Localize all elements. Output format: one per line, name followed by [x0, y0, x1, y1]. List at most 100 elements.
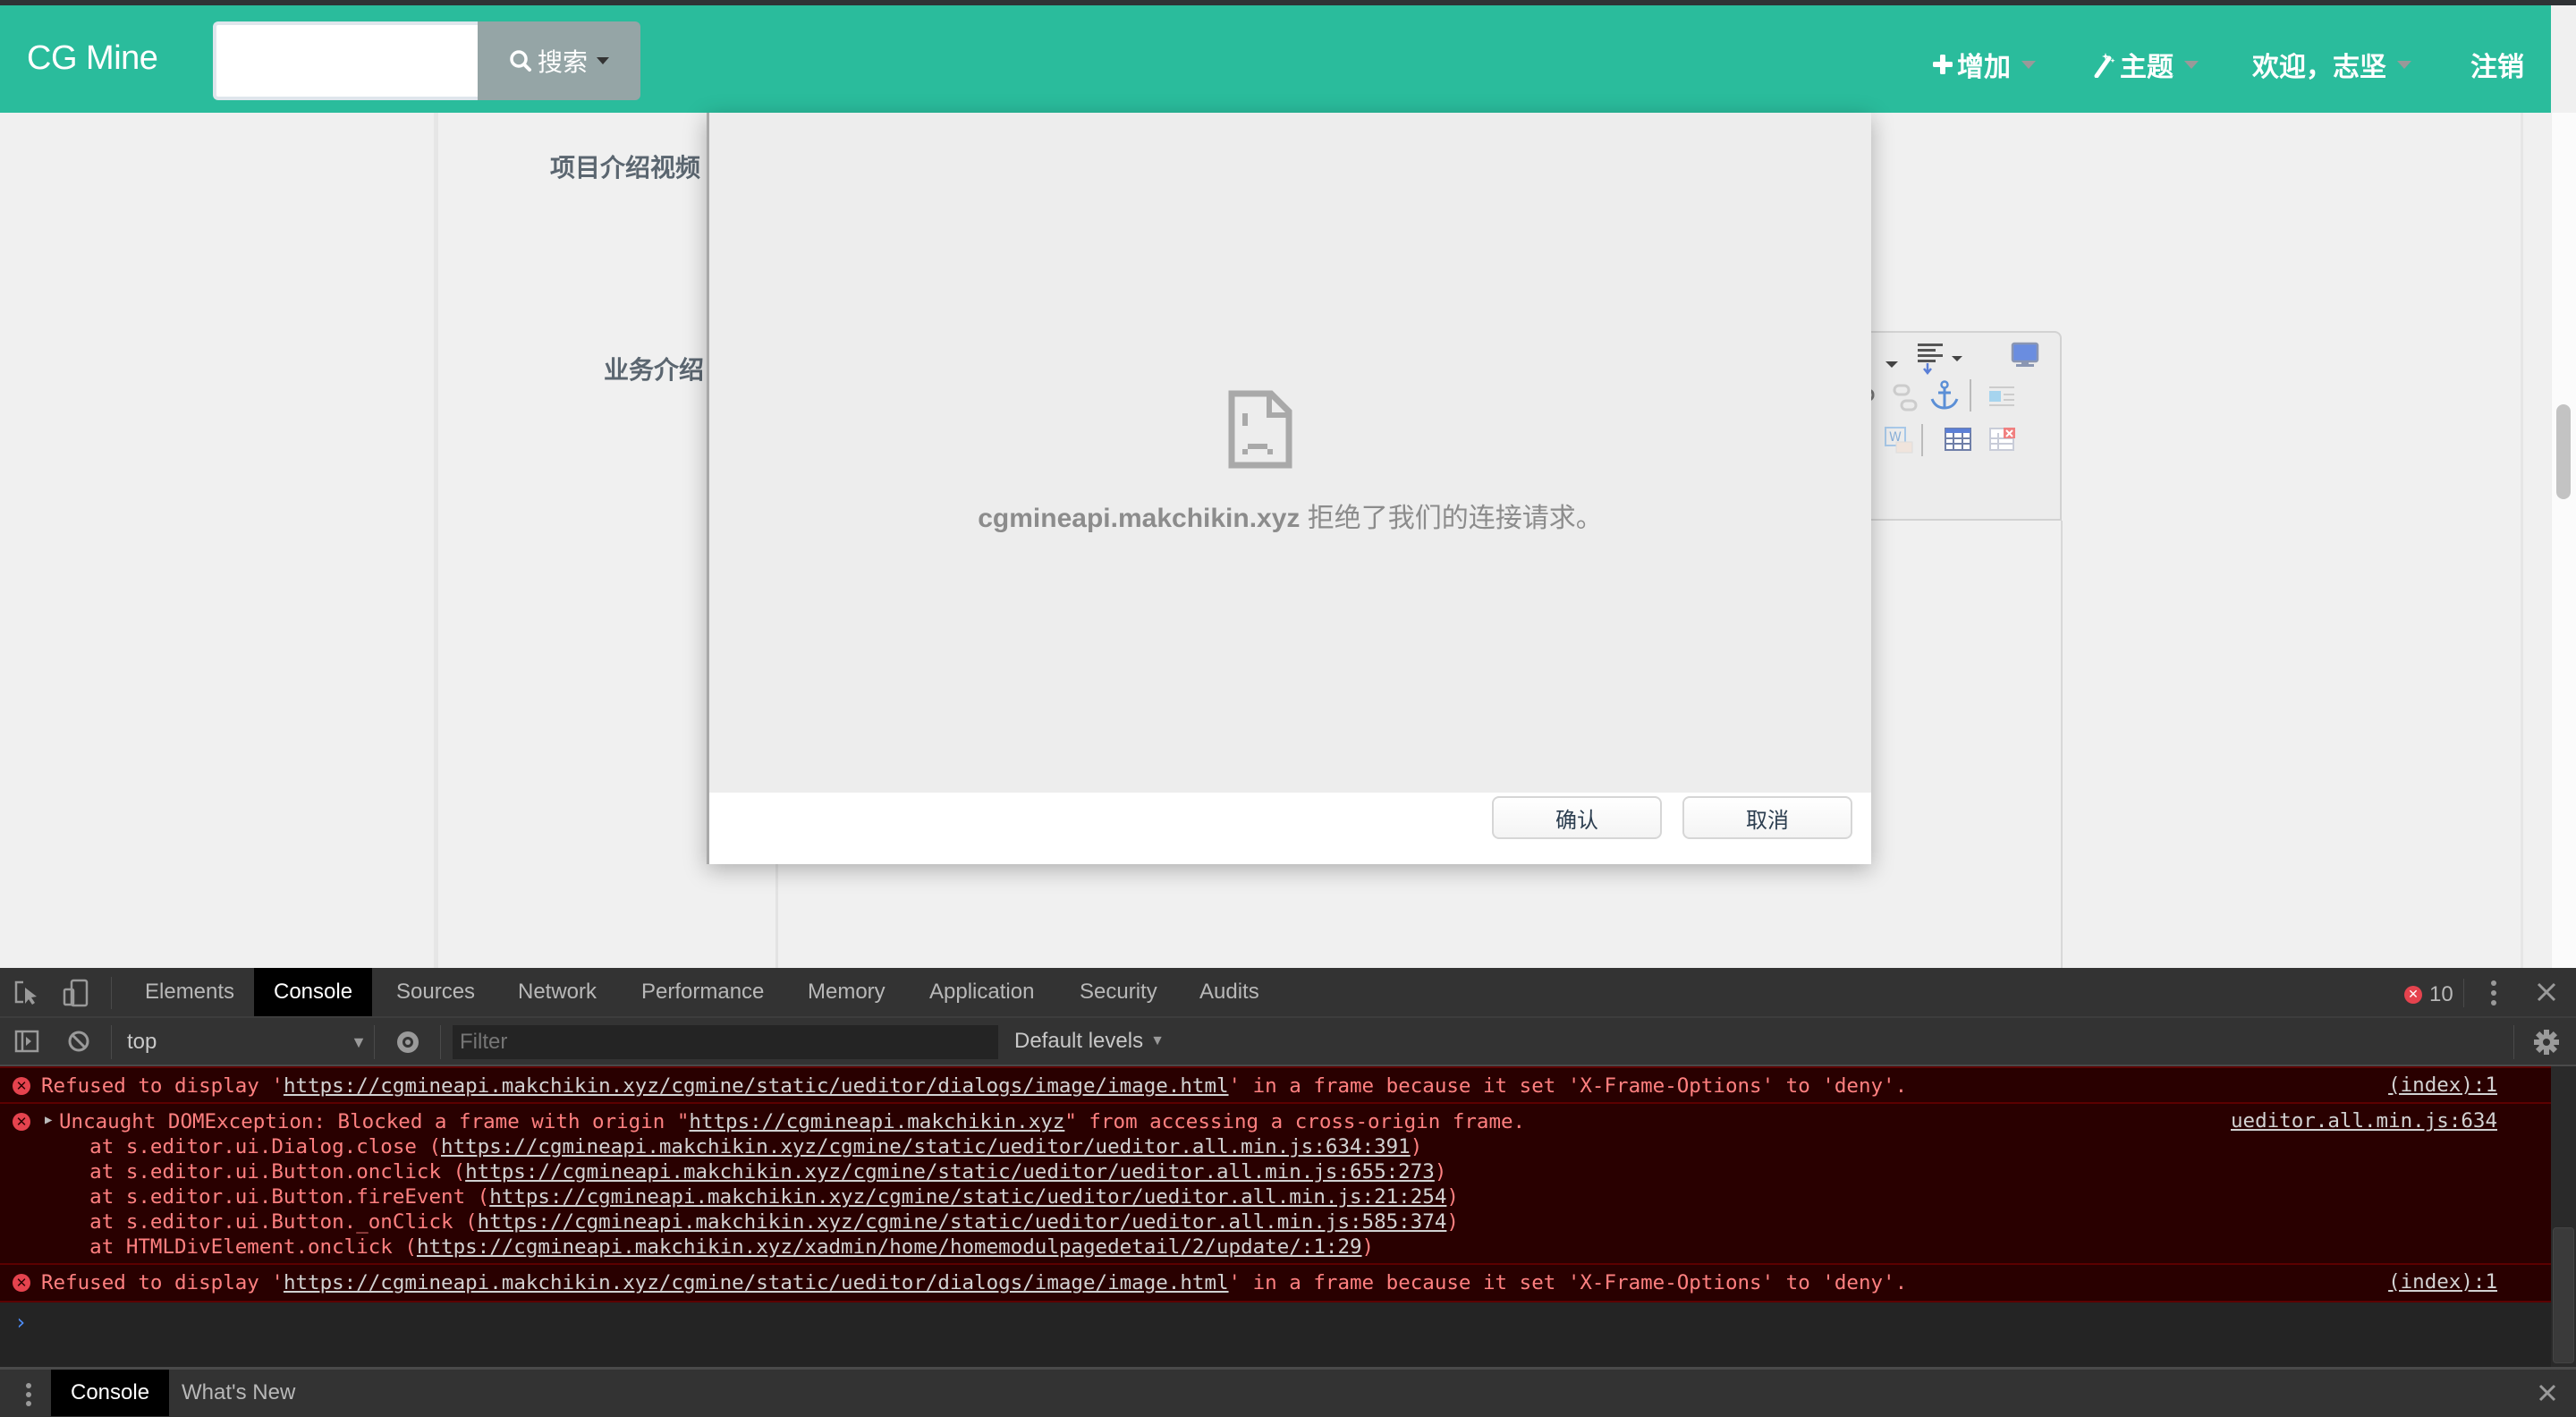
devtools-menu-button[interactable] [2488, 979, 2499, 1012]
error-icon: ✕ [13, 1274, 30, 1292]
tab-memory[interactable]: Memory [788, 968, 905, 1016]
console-filter-input[interactable] [453, 1025, 998, 1059]
message-url-link[interactable]: https://cgmineapi.makchikin.xyz/cgmine/s… [284, 1271, 1229, 1294]
delete-table-button[interactable] [1989, 428, 2016, 455]
sidebar-toggle-icon [14, 1030, 39, 1053]
error-counter[interactable]: ✕ 10 [2404, 982, 2453, 1007]
console-filterbar: top ▼ Default levels ▼ [0, 1018, 2576, 1066]
console-settings-button[interactable] [2533, 1029, 2560, 1060]
inspect-element-button[interactable] [14, 980, 39, 1010]
error-host: cgmineapi.makchikin.xyz [978, 504, 1301, 533]
tab-application[interactable]: Application [910, 968, 1054, 1016]
drawer-tab-console[interactable]: Console [51, 1370, 170, 1416]
filterbar-divider [111, 1025, 112, 1059]
page-scrollbar[interactable] [2551, 113, 2576, 968]
console-scrollbar-thumb[interactable] [2553, 1227, 2574, 1363]
drawer-menu-button[interactable] [25, 1382, 32, 1412]
nav-add-menu[interactable]: 增加 [1932, 45, 2036, 84]
devtools-panel: Elements Console Sources Network Perform… [0, 968, 2576, 1417]
context-selector[interactable]: top ▼ [127, 1025, 367, 1059]
caret-down-icon [597, 57, 609, 64]
image-left-button[interactable] [1987, 385, 2016, 412]
stack-frame: at HTMLDivElement.onclick (https://cgmin… [41, 1235, 1375, 1259]
console-error-message: ✕ Refused to display 'https://cgmineapi.… [0, 1066, 2551, 1104]
close-icon [2538, 1384, 2556, 1402]
close-devtools-button[interactable] [2537, 982, 2556, 1006]
devtools-drawer-tabbar: Console What's New [0, 1367, 2576, 1417]
log-levels-dropdown[interactable]: Default levels ▼ [1014, 1029, 1165, 1054]
drawer-tab-whats-new[interactable]: What's New [162, 1370, 315, 1416]
frame-error-message: cgmineapi.makchikin.xyz 拒绝了我们的连接请求。 [709, 496, 1871, 535]
anchor-button[interactable] [1928, 379, 1961, 416]
stack-url-link[interactable]: https://cgmineapi.makchikin.xyz/xadmin/h… [417, 1235, 1362, 1259]
magic-wand-icon [2094, 53, 2115, 78]
console-prompt[interactable]: › [14, 1310, 27, 1335]
unlink-button[interactable] [1891, 383, 1921, 418]
tab-console[interactable]: Console [254, 968, 373, 1016]
expand-triangle-icon[interactable]: ▶ [45, 1113, 52, 1127]
word-image-button[interactable]: W [1884, 426, 1914, 459]
cancel-button[interactable]: 取消 [1682, 796, 1852, 839]
tab-elements[interactable]: Elements [125, 968, 254, 1016]
tab-performance[interactable]: Performance [622, 968, 784, 1016]
nav-theme-label: 主题 [2120, 53, 2174, 82]
console-error-message: ✕ ▶ Uncaught DOMException: Blocked a fra… [0, 1104, 2551, 1265]
monitor-icon [2011, 342, 2039, 367]
message-source-link[interactable]: (index):1 [2388, 1073, 2497, 1097]
insert-image-dialog: cgmineapi.makchikin.xyz 拒绝了我们的连接请求。 确认 取… [707, 113, 1871, 864]
more-vertical-icon [26, 1383, 31, 1406]
error-icon: ✕ [13, 1077, 30, 1095]
line-height-dropdown[interactable] [1880, 352, 1903, 380]
device-toolbar-button[interactable] [63, 979, 89, 1012]
page-scrollbar-thumb[interactable] [2556, 404, 2571, 499]
show-sidebar-button[interactable] [14, 1029, 39, 1058]
stack-frame: at s.editor.ui.Dialog.close (https://cgm… [41, 1135, 1423, 1158]
message-url-link[interactable]: https://cgmineapi.makchikin.xyz/cgmine/s… [284, 1074, 1229, 1098]
brand-logo[interactable]: CG Mine [27, 39, 158, 78]
toolbar-separator [1921, 424, 1923, 456]
insert-table-button[interactable] [1945, 428, 1971, 455]
tab-sources[interactable]: Sources [377, 968, 495, 1016]
clear-console-button[interactable] [66, 1029, 91, 1058]
dialog-footer: 确认 取消 [709, 793, 1871, 864]
stack-frame: at s.editor.ui.Button.onclick (https://c… [41, 1160, 1447, 1184]
tab-security[interactable]: Security [1060, 968, 1177, 1016]
stack-url-link[interactable]: https://cgmineapi.makchikin.xyz/cgmine/s… [478, 1210, 1447, 1234]
stack-url-link[interactable]: https://cgmineapi.makchikin.xyz/cgmine/s… [441, 1135, 1411, 1158]
nav-theme-menu[interactable]: 主题 [2091, 45, 2199, 84]
stack-frame: at s.editor.ui.Button.fireEvent (https:/… [41, 1185, 1459, 1209]
paragraph-spacing-button[interactable] [1916, 342, 1966, 382]
message-source-link[interactable]: ueditor.all.min.js:634 [2231, 1109, 2497, 1133]
toolbar-separator [1970, 379, 1971, 412]
search-button[interactable]: 搜索 [478, 21, 640, 100]
image-align-icon [1989, 386, 2014, 406]
broken-page-icon [1228, 390, 1292, 473]
log-levels-label: Default levels [1014, 1029, 1144, 1053]
table-icon [1945, 428, 1971, 451]
search-input[interactable] [213, 21, 479, 100]
tabbar-divider [111, 977, 112, 1009]
more-vertical-icon [2491, 980, 2496, 1005]
filterbar-divider [374, 1025, 375, 1059]
preview-button[interactable] [2011, 342, 2039, 373]
unlink-icon [1893, 384, 1918, 412]
stack-url-link[interactable]: https://cgmineapi.makchikin.xyz/cgmine/s… [489, 1185, 1446, 1209]
caret-down-icon [2021, 60, 2036, 69]
filterbar-divider [2513, 1025, 2514, 1059]
nav-logout-link[interactable]: 注销 [2470, 45, 2524, 84]
nav-user-label: 欢迎，志坚 [2252, 53, 2386, 82]
tab-audits[interactable]: Audits [1180, 968, 1279, 1016]
message-url-link[interactable]: https://cgmineapi.makchikin.xyz [689, 1110, 1064, 1133]
field-label-business-intro: 业务介绍 [604, 356, 705, 384]
live-expression-button[interactable] [394, 1029, 422, 1060]
tab-network[interactable]: Network [498, 968, 616, 1016]
confirm-button[interactable]: 确认 [1492, 796, 1662, 839]
nav-user-menu[interactable]: 欢迎，志坚 [2252, 45, 2411, 84]
rich-editor-border [2061, 521, 2063, 968]
close-drawer-button[interactable] [2538, 1384, 2556, 1406]
error-icon: ✕ [13, 1113, 30, 1131]
close-icon [2537, 982, 2556, 1002]
message-source-link[interactable]: (index):1 [2388, 1270, 2497, 1294]
inspect-cursor-icon [14, 980, 37, 1005]
stack-url-link[interactable]: https://cgmineapi.makchikin.xyz/cgmine/s… [465, 1160, 1435, 1184]
